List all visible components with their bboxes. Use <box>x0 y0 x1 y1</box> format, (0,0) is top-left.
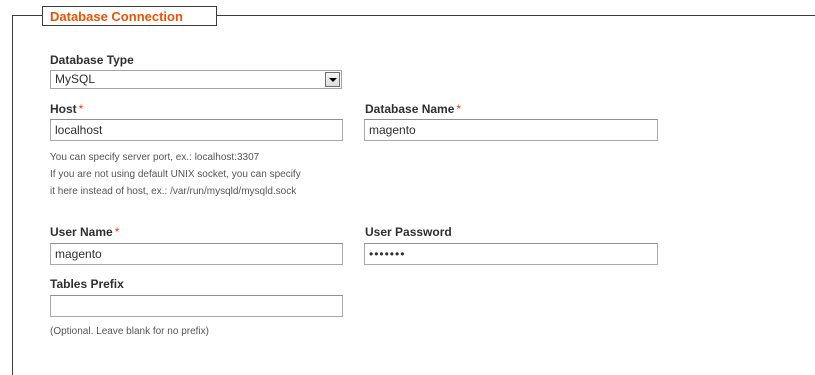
database-name-label: Database Name * <box>365 102 462 116</box>
user-password-label: User Password <box>365 225 452 239</box>
user-name-label: User Name * <box>50 225 120 239</box>
database-name-input[interactable] <box>364 119 658 141</box>
database-type-select[interactable]: MySQL <box>50 70 342 89</box>
host-note-3: it here instead of host, ex.: /var/run/m… <box>50 186 297 197</box>
tables-prefix-input[interactable] <box>50 295 343 317</box>
required-asterisk: * <box>456 102 462 116</box>
user-name-input[interactable] <box>50 243 343 265</box>
tables-prefix-note: (Optional. Leave blank for no prefix) <box>50 326 209 337</box>
database-type-label: Database Type <box>50 53 134 67</box>
required-asterisk: * <box>114 225 120 239</box>
user-password-input[interactable] <box>364 243 658 265</box>
required-asterisk: * <box>78 102 84 116</box>
host-input[interactable] <box>50 119 343 141</box>
host-label: Host * <box>50 102 84 116</box>
host-note-1: You can specify server port, ex.: localh… <box>50 152 260 163</box>
section-title: Database Connection <box>42 6 217 26</box>
database-type-value: MySQL <box>55 72 96 86</box>
tables-prefix-label: Tables Prefix <box>50 277 124 291</box>
chevron-down-icon[interactable] <box>325 72 340 87</box>
host-note-2: If you are not using default UNIX socket… <box>50 169 301 180</box>
